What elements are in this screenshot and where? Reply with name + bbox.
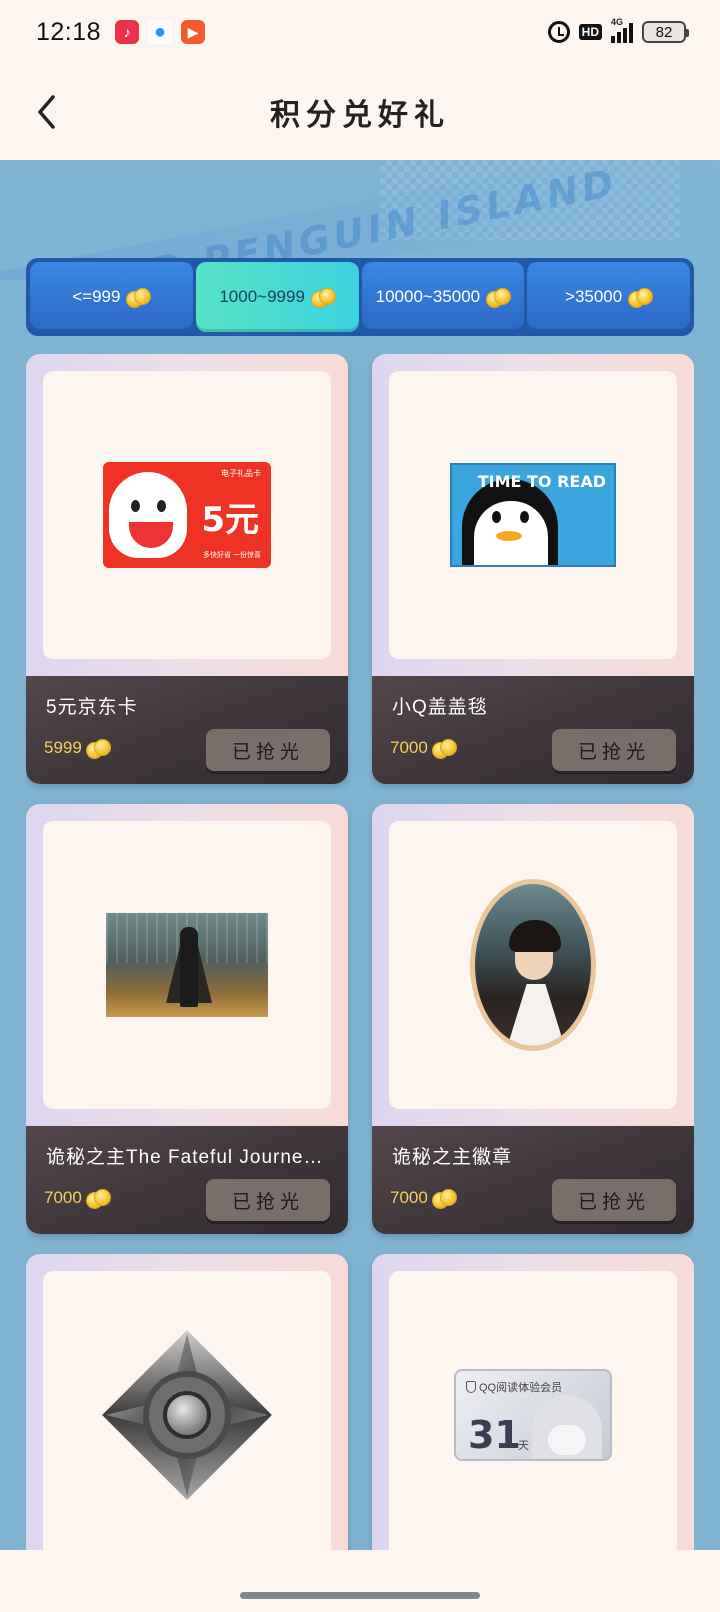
coin-icon [310,288,336,308]
coin-icon [85,1189,111,1209]
back-arrow-icon[interactable] [32,92,62,132]
product-image [43,821,331,1109]
product-price: 5999 [44,738,82,757]
price-row: 7000 [390,1188,457,1209]
product-name: 小Q盖盖毯 [392,697,488,718]
tab-1000-9999[interactable]: 1000~9999 [195,262,359,332]
browser-app-icon: ● [148,20,173,44]
product-info: 小Q盖盖毯 7000 已抢光 [372,676,694,784]
tab-label: <=999 [72,287,121,306]
card-slogan: 多快好省 一份惊喜 [203,552,261,559]
home-indicator[interactable] [240,1592,480,1599]
fateful-journey-poster-image [106,913,268,1017]
coin-icon [486,288,512,308]
product-card[interactable]: QQ阅读体验会员 31 天 [372,1254,694,1550]
sold-out-button[interactable]: 已抢光 [552,1179,676,1221]
battery-icon: 82 [642,21,689,43]
vip-days-number: 31 [468,1413,521,1457]
status-right: HD 4G 82 [547,17,689,43]
status-time: 12:18 [36,17,102,46]
alarm-icon [547,21,570,43]
tab-label: >35000 [565,287,623,306]
product-image: TIME TO READ [389,371,677,659]
status-bar: 12:18 ♪ ● ▶ HD 4G 82 [0,0,720,64]
page-header: 积分兑好礼 [0,64,720,160]
coin-icon [431,739,457,759]
product-image [389,821,677,1109]
tab-label: 1000~9999 [219,287,305,306]
product-info: 5元京东卡 5999 已抢光 [26,676,348,784]
product-price: 7000 [44,1188,82,1207]
character-badge-image [470,879,596,1051]
signal-icon: 4G [611,17,633,43]
video-app-icon: ▶ [181,20,206,44]
product-name: 诡秘之主徽章 [392,1147,513,1168]
vip-membership-card-image: QQ阅读体验会员 31 天 [454,1369,612,1461]
network-type: 4G [611,17,624,27]
tab-over-35000[interactable]: >35000 [527,262,690,332]
sold-out-button[interactable]: 已抢光 [206,1179,330,1221]
product-card[interactable]: TIME TO READ 小Q盖盖毯 7000 已抢光 [372,354,694,784]
tab-10000-35000[interactable]: 10000~35000 [361,262,525,332]
vip-card-label: QQ阅读体验会员 [479,1382,563,1394]
card-caption: 电子礼品卡 [221,469,261,478]
product-name: 诡秘之主The Fateful Journey ... [46,1147,331,1168]
hd-icon: HD [578,24,602,40]
product-info: 诡秘之主徽章 7000 已抢光 [372,1126,694,1234]
music-app-icon: ♪ [115,20,140,44]
sold-out-button[interactable]: 已抢光 [552,729,676,771]
price-row: 7000 [44,1188,111,1209]
bottom-bar [0,1550,720,1612]
product-price: 7000 [390,1188,428,1207]
tab-under-999[interactable]: <=999 [30,262,193,332]
price-row: 7000 [390,738,457,759]
coin-icon [85,739,111,759]
coin-icon [628,288,654,308]
product-price: 7000 [390,738,428,757]
product-card[interactable]: 电子礼品卡 5元 多快好省 一份惊喜 5元京东卡 5999 已抢光 [26,354,348,784]
notification-icons: ♪ ● ▶ [115,20,206,44]
product-name: 5元京东卡 [46,697,138,718]
vip-days-unit: 天 [518,1440,529,1452]
penguin-blanket-image: TIME TO READ [450,463,616,567]
shield-icon [466,1381,476,1393]
page-title: 积分兑好礼 [270,98,450,133]
metal-star-pin-image [102,1330,272,1500]
points-range-tabs: <=999 1000~9999 10000~35000 >35000 [26,258,694,336]
product-image: 电子礼品卡 5元 多快好省 一份惊喜 [43,371,331,659]
jd-gift-card-image: 电子礼品卡 5元 多快好省 一份惊喜 [103,462,271,568]
sold-out-button[interactable]: 已抢光 [206,729,330,771]
price-row: 5999 [44,738,111,759]
product-info: 诡秘之主The Fateful Journey ... 7000 已抢光 [26,1126,348,1234]
product-card[interactable] [26,1254,348,1550]
coin-icon [126,288,152,308]
product-image [43,1271,331,1550]
product-card[interactable]: 诡秘之主徽章 7000 已抢光 [372,804,694,1234]
coin-icon [431,1189,457,1209]
product-image: QQ阅读体验会员 31 天 [389,1271,677,1550]
product-grid: 电子礼品卡 5元 多快好省 一份惊喜 5元京东卡 5999 已抢光 TIME T… [26,354,694,1550]
product-card[interactable]: 诡秘之主The Fateful Journey ... 7000 已抢光 [26,804,348,1234]
blanket-text: TIME TO READ [477,472,606,491]
tab-label: 10000~35000 [375,287,481,306]
card-value-text: 5元 [201,500,259,540]
